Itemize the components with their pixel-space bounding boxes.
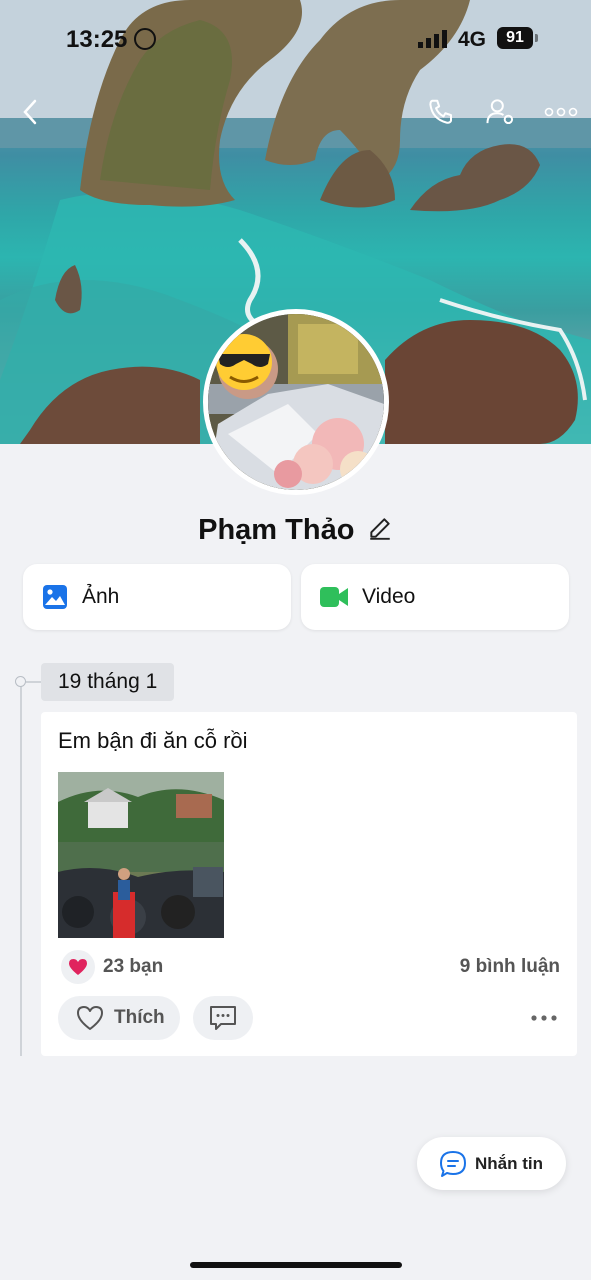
- avatar-photo: [208, 314, 384, 490]
- battery-level: 91: [497, 27, 533, 49]
- profile-settings-button[interactable]: [481, 92, 521, 132]
- timeline-dot: [15, 676, 26, 687]
- smiley-icon: [134, 28, 156, 50]
- status-bar: 13:25 4G 91: [0, 24, 591, 58]
- post-photo[interactable]: [58, 772, 224, 938]
- video-camera-icon: [320, 587, 348, 607]
- post-more-icon[interactable]: [529, 1008, 559, 1028]
- profile-name-row: Phạm Thảo: [0, 514, 591, 547]
- post-text: Em bận đi ăn cỗ rồi: [58, 728, 248, 753]
- video-label: Video: [362, 585, 416, 608]
- network-type: 4G: [458, 28, 487, 51]
- timeline-post[interactable]: Em bận đi ăn cỗ rồi 23 bạn 9 bình luận T…: [41, 712, 577, 1056]
- video-button[interactable]: Video: [301, 564, 569, 630]
- like-button[interactable]: Thích: [58, 996, 180, 1040]
- timeline-line: [20, 686, 22, 1056]
- comment-button[interactable]: [193, 996, 253, 1040]
- user-settings-icon: [486, 99, 514, 125]
- more-options-button[interactable]: [541, 92, 581, 132]
- photos-label: Ảnh: [82, 585, 120, 608]
- back-button[interactable]: [10, 92, 50, 132]
- comment-bubble-icon: [210, 1006, 236, 1030]
- photos-button[interactable]: Ảnh: [23, 564, 291, 630]
- home-indicator[interactable]: [190, 1262, 402, 1268]
- reactions-summary[interactable]: 23 bạn: [61, 950, 163, 984]
- reaction-count: 23 bạn: [103, 956, 164, 977]
- post-date: 19 tháng 1: [41, 663, 175, 701]
- profile-avatar[interactable]: [203, 309, 389, 495]
- comment-count[interactable]: 9 bình luận: [460, 956, 560, 978]
- call-button[interactable]: [421, 92, 461, 132]
- reaction-bubble: [61, 950, 95, 984]
- more-horizontal-icon: [544, 107, 578, 117]
- profile-name: Phạm Thảo: [198, 514, 355, 546]
- like-label: Thích: [114, 1007, 165, 1028]
- status-time: 13:25: [66, 26, 128, 53]
- battery-tip: [535, 34, 538, 42]
- message-button[interactable]: Nhắn tin: [417, 1137, 566, 1190]
- phone-icon: [429, 99, 452, 124]
- message-label: Nhắn tin: [475, 1153, 543, 1173]
- heart-outline-icon: [77, 1006, 103, 1030]
- post-photo-image: [58, 772, 224, 938]
- pencil-edit-icon[interactable]: [367, 515, 393, 541]
- image-icon: [43, 585, 67, 609]
- heart-filled-icon: [69, 959, 87, 975]
- timeline-connector: [26, 681, 42, 683]
- chevron-left-icon: [23, 99, 37, 125]
- chat-icon: [440, 1150, 466, 1177]
- cellular-signal-icon: [418, 30, 447, 48]
